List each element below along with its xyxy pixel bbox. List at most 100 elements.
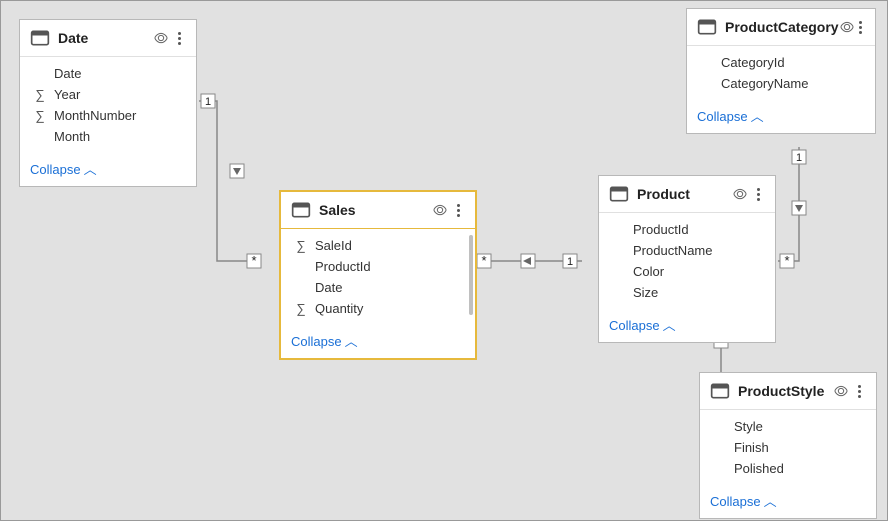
field-name: Style [734, 419, 763, 434]
svg-text:*: * [784, 253, 789, 268]
collapse-toggle[interactable]: Collapse︿ [20, 153, 196, 186]
table-card-sales[interactable]: Sales ∑ SaleId ∑ProductId ∑Date ∑ Quantity… [279, 190, 477, 360]
field-row[interactable]: ∑Finish [700, 437, 876, 458]
chevron-up-icon: ︿ [345, 331, 358, 350]
visibility-toggle[interactable] [431, 202, 449, 218]
field-name: Date [54, 66, 81, 81]
kebab-icon [457, 204, 460, 217]
card-header[interactable]: Product [599, 176, 775, 213]
field-list: ∑CategoryId ∑CategoryName [687, 46, 875, 100]
kebab-icon [757, 188, 760, 201]
svg-text:1: 1 [567, 256, 573, 268]
collapse-toggle[interactable]: Collapse︿ [281, 325, 475, 358]
field-row[interactable]: ∑ Quantity [281, 298, 475, 319]
collapse-label: Collapse [710, 494, 761, 509]
more-options[interactable] [749, 188, 767, 201]
visibility-toggle[interactable] [839, 19, 855, 35]
field-row[interactable]: ∑Date [281, 277, 475, 298]
more-options[interactable] [855, 21, 867, 34]
table-card-productcategory[interactable]: ProductCategory ∑CategoryId ∑CategoryNam… [686, 8, 876, 134]
card-header[interactable]: ProductStyle [700, 373, 876, 410]
table-icon [710, 381, 730, 401]
collapse-toggle[interactable]: Collapse︿ [599, 309, 775, 342]
collapse-toggle[interactable]: Collapse︿ [700, 485, 876, 518]
field-row[interactable]: ∑ SaleId [281, 235, 475, 256]
field-list: ∑ProductId ∑ProductName ∑Color ∑Size [599, 213, 775, 309]
field-name: Quantity [315, 301, 363, 316]
svg-text:*: * [251, 253, 256, 268]
table-title: Sales [319, 202, 431, 218]
sigma-icon: ∑ [34, 108, 46, 123]
eye-icon [732, 186, 748, 202]
table-title: ProductCategory [725, 19, 839, 35]
kebab-icon [859, 21, 862, 34]
table-icon [697, 17, 717, 37]
model-canvas[interactable]: 1 * 1 * 1 * 1 * Date [0, 0, 888, 521]
scrollbar-thumb[interactable] [469, 235, 473, 315]
kebab-icon [858, 385, 861, 398]
field-name: Year [54, 87, 80, 102]
eye-icon [153, 30, 169, 46]
field-row[interactable]: ∑ProductId [281, 256, 475, 277]
field-name: CategoryName [721, 76, 808, 91]
table-icon [291, 200, 311, 220]
visibility-toggle[interactable] [731, 186, 749, 202]
field-row[interactable]: ∑ProductName [599, 240, 775, 261]
card-header[interactable]: ProductCategory [687, 9, 875, 46]
field-name: CategoryId [721, 55, 785, 70]
more-options[interactable] [170, 32, 188, 45]
table-icon [30, 28, 50, 48]
field-list: ∑Date ∑Year ∑MonthNumber ∑Month [20, 57, 196, 153]
more-options[interactable] [449, 204, 467, 217]
table-title: ProductStyle [738, 383, 832, 399]
table-title: Product [637, 186, 731, 202]
field-name: Month [54, 129, 90, 144]
card-header[interactable]: Sales [281, 192, 475, 229]
eye-icon [833, 383, 849, 399]
collapse-label: Collapse [609, 318, 660, 333]
field-name: Date [315, 280, 342, 295]
field-row[interactable]: ∑Size [599, 282, 775, 303]
field-row[interactable]: ∑Month [20, 126, 196, 147]
sigma-icon: ∑ [34, 87, 46, 102]
visibility-toggle[interactable] [832, 383, 850, 399]
field-name: Finish [734, 440, 769, 455]
eye-icon [839, 19, 855, 35]
field-name: ProductId [315, 259, 371, 274]
visibility-toggle[interactable] [152, 30, 170, 46]
field-name: SaleId [315, 238, 352, 253]
card-header[interactable]: Date [20, 20, 196, 57]
field-row[interactable]: ∑Polished [700, 458, 876, 479]
field-name: ProductId [633, 222, 689, 237]
field-row[interactable]: ∑Date [20, 63, 196, 84]
field-row[interactable]: ∑CategoryId [687, 52, 875, 73]
field-row[interactable]: ∑ Year [20, 84, 196, 105]
svg-text:*: * [481, 253, 486, 268]
table-card-product[interactable]: Product ∑ProductId ∑ProductName ∑Color ∑… [598, 175, 776, 343]
field-name: Color [633, 264, 664, 279]
chevron-up-icon: ︿ [751, 106, 764, 125]
table-title: Date [58, 30, 152, 46]
chevron-up-icon: ︿ [663, 315, 676, 334]
sigma-icon: ∑ [295, 238, 307, 253]
field-row[interactable]: ∑Color [599, 261, 775, 282]
more-options[interactable] [850, 385, 868, 398]
field-name: ProductName [633, 243, 712, 258]
field-name: Polished [734, 461, 784, 476]
chevron-up-icon: ︿ [764, 491, 777, 510]
table-card-productstyle[interactable]: ProductStyle ∑Style ∑Finish ∑Polished Co… [699, 372, 877, 519]
field-row[interactable]: ∑ProductId [599, 219, 775, 240]
field-list: ∑Style ∑Finish ∑Polished [700, 410, 876, 485]
collapse-label: Collapse [697, 109, 748, 124]
field-name: Size [633, 285, 658, 300]
kebab-icon [178, 32, 181, 45]
collapse-toggle[interactable]: Collapse︿ [687, 100, 875, 133]
field-row[interactable]: ∑CategoryName [687, 73, 875, 94]
sigma-icon: ∑ [295, 301, 307, 316]
eye-icon [432, 202, 448, 218]
chevron-up-icon: ︿ [84, 159, 97, 178]
field-row[interactable]: ∑MonthNumber [20, 105, 196, 126]
table-card-date[interactable]: Date ∑Date ∑Year ∑MonthNumber ∑Month Col… [19, 19, 197, 187]
field-row[interactable]: ∑Style [700, 416, 876, 437]
svg-text:1: 1 [796, 152, 802, 164]
